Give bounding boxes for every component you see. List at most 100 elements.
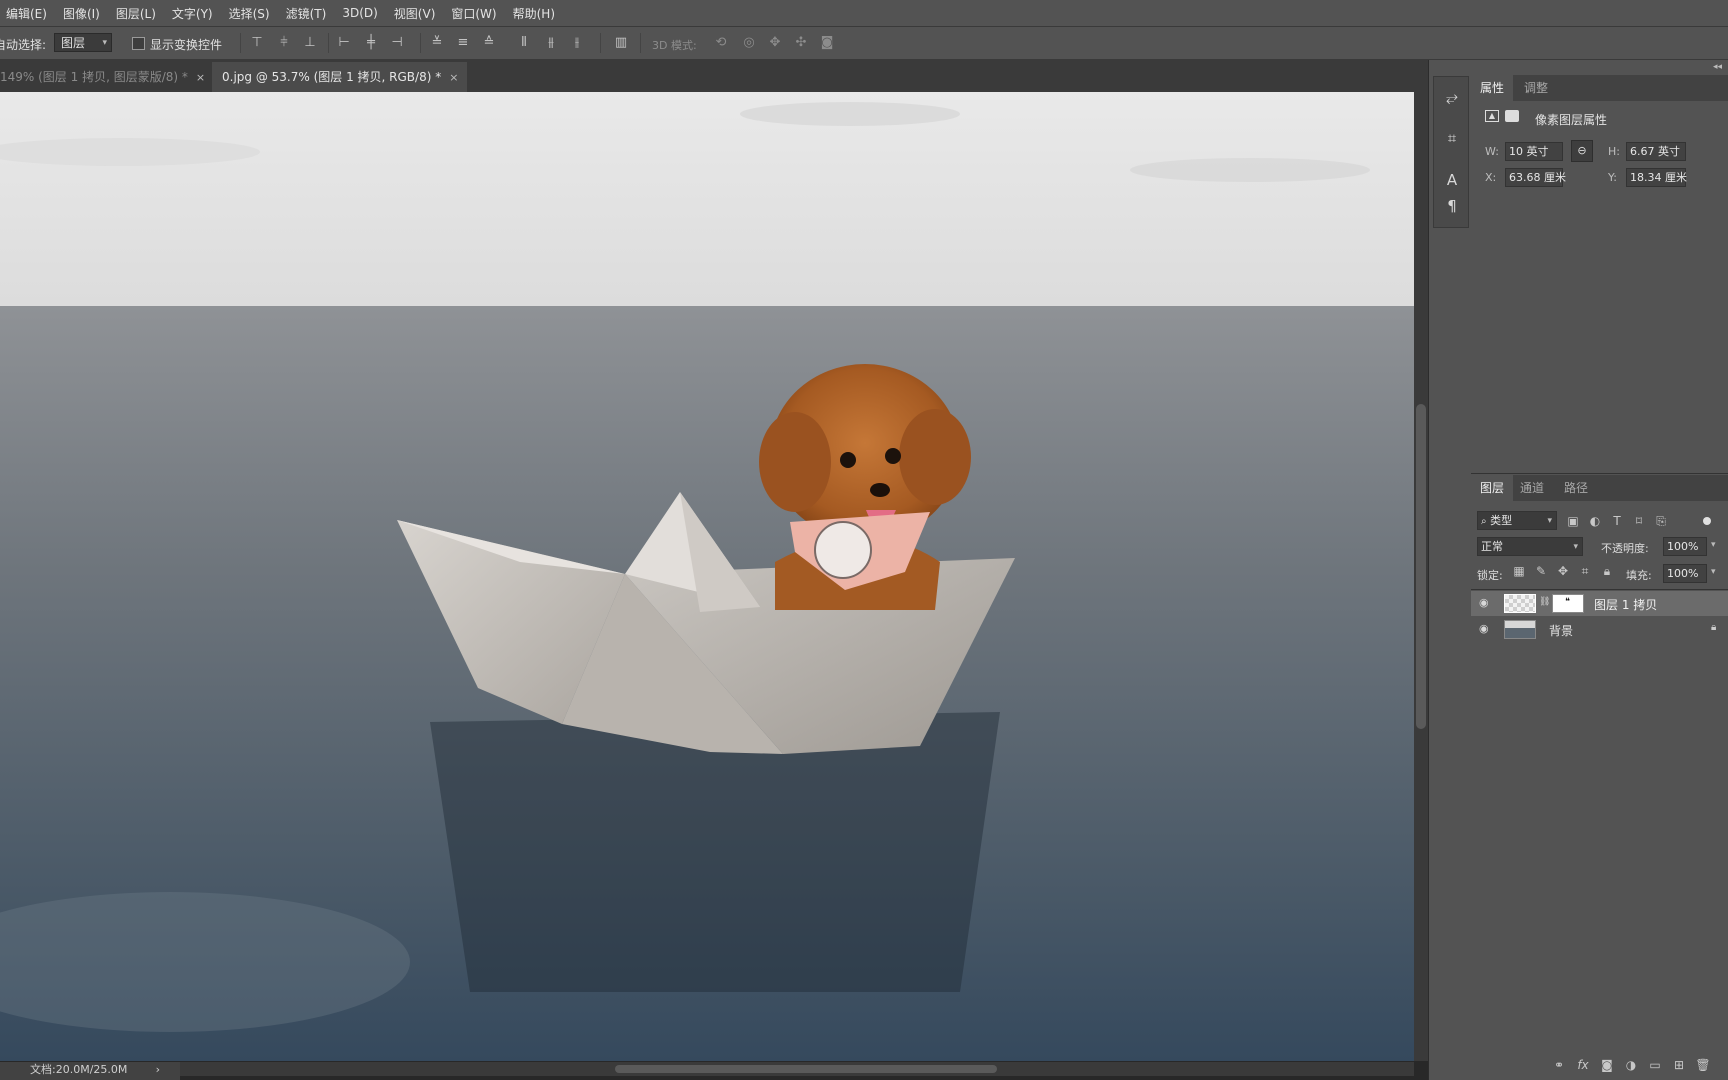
delete-layer-icon[interactable]: 🗑︎ xyxy=(1695,1057,1711,1073)
lock-artboard-icon[interactable]: ⌗ xyxy=(1577,563,1593,579)
distribute-vcenter-icon[interactable]: ≡ xyxy=(456,36,470,50)
menu-select[interactable]: 选择(S) xyxy=(221,5,278,22)
status-arrow-icon[interactable]: › xyxy=(156,1062,160,1078)
close-icon[interactable]: × xyxy=(196,71,205,84)
document-image xyxy=(0,92,1414,1061)
menu-3d[interactable]: 3D(D) xyxy=(334,6,385,20)
filter-pixel-icon[interactable]: ▣ xyxy=(1565,513,1581,529)
tab-properties[interactable]: 属性 xyxy=(1471,75,1514,101)
tab-document-2[interactable]: 0.jpg @ 53.7% (图层 1 拷贝, RGB/8) * × xyxy=(212,62,467,92)
layer-filter-dropdown[interactable]: ⌕ 类型 ▾ xyxy=(1477,511,1557,530)
add-mask-icon[interactable]: ◙ xyxy=(1599,1057,1615,1073)
separator xyxy=(600,33,601,53)
chevron-down-icon: ▾ xyxy=(1547,516,1552,526)
menu-help[interactable]: 帮助(H) xyxy=(505,5,563,22)
document-tabs: 149% (图层 1 拷贝, 图层蒙版/8) * × 0.jpg @ 53.7% … xyxy=(0,60,1428,92)
filter-smart-object-icon[interactable]: ⎘ xyxy=(1653,513,1669,529)
filter-shape-icon[interactable]: ⌑ xyxy=(1631,513,1647,529)
menu-window[interactable]: 窗口(W) xyxy=(443,5,504,22)
chain-icon[interactable]: ⛓︎ xyxy=(1539,597,1550,607)
lock-pixels-icon[interactable]: ✎ xyxy=(1533,563,1549,579)
layer-name: 背景 xyxy=(1549,624,1574,638)
tab-adjustments[interactable]: 调整 xyxy=(1515,75,1557,101)
lock-transparent-icon[interactable]: ▦ xyxy=(1511,563,1527,579)
scroll-thumb[interactable] xyxy=(1416,404,1426,729)
blend-mode-dropdown[interactable]: 正常 ▾ xyxy=(1477,537,1583,556)
distribute-right-icon[interactable]: ⫲ xyxy=(570,36,584,50)
auto-align-icon[interactable]: ▥ xyxy=(614,36,628,50)
menu-image[interactable]: 图像(I) xyxy=(55,5,108,22)
distribute-left-icon[interactable]: ⫴ xyxy=(517,36,531,50)
collapse-icon[interactable]: ◂◂ xyxy=(1713,62,1722,72)
align-top-icon[interactable]: ⊤ xyxy=(250,36,264,50)
chevron-down-icon: ▾ xyxy=(1573,542,1578,552)
align-right-icon[interactable]: ⊣ xyxy=(390,36,404,50)
height-label: H: xyxy=(1608,145,1620,158)
filter-adjustment-icon[interactable]: ◐ xyxy=(1587,513,1603,529)
filter-toggle-icon[interactable] xyxy=(1703,517,1711,525)
mask-icon[interactable] xyxy=(1505,110,1519,122)
horizontal-scrollbar[interactable] xyxy=(180,1062,1414,1076)
character-icon[interactable]: A xyxy=(1443,171,1461,189)
height-field[interactable]: 6.67 英寸 xyxy=(1626,142,1686,161)
search-icon: ⌕ xyxy=(1481,516,1487,527)
menu-layer[interactable]: 图层(L) xyxy=(108,5,164,22)
separator xyxy=(420,33,421,53)
canvas[interactable] xyxy=(0,92,1414,1061)
new-group-icon[interactable]: ▭ xyxy=(1647,1057,1663,1073)
align-bottom-icon[interactable]: ⊥ xyxy=(303,36,317,50)
link-layers-icon[interactable]: ⚭ xyxy=(1551,1057,1567,1073)
distribute-bottom-icon[interactable]: ≙ xyxy=(482,36,496,50)
tab-document-1[interactable]: 149% (图层 1 拷贝, 图层蒙版/8) * × xyxy=(0,62,210,92)
width-field[interactable]: 10 英寸 xyxy=(1505,142,1563,161)
close-icon[interactable]: × xyxy=(449,71,458,84)
roll-3d-icon[interactable]: ◎ xyxy=(742,36,756,50)
tab-channels[interactable]: 通道 xyxy=(1511,475,1553,501)
fill-field[interactable]: 100% xyxy=(1663,564,1707,583)
align-hcenter-icon[interactable]: ╪ xyxy=(364,36,378,50)
brush-settings-icon[interactable]: ⌗ xyxy=(1443,129,1461,147)
y-label: Y: xyxy=(1608,171,1617,184)
scroll-thumb[interactable] xyxy=(615,1065,997,1073)
history-icon[interactable]: ⥂ xyxy=(1443,88,1461,106)
chevron-down-icon[interactable]: ▾ xyxy=(1711,567,1716,577)
vertical-scrollbar[interactable] xyxy=(1414,92,1428,1061)
distribute-hcenter-icon[interactable]: ⫵ xyxy=(544,36,558,50)
orbit-3d-icon[interactable]: ⟲ xyxy=(714,36,728,50)
menu-type[interactable]: 文字(Y) xyxy=(164,5,221,22)
menu-filter[interactable]: 滤镜(T) xyxy=(278,5,335,22)
distribute-top-icon[interactable]: ≚ xyxy=(430,36,444,50)
filter-type-icon[interactable]: T xyxy=(1609,513,1625,529)
fx-icon[interactable]: fx xyxy=(1575,1057,1591,1073)
lock-all-icon[interactable]: 🔒︎ xyxy=(1599,563,1615,579)
chevron-down-icon[interactable]: ▾ xyxy=(1711,540,1716,550)
menu-view[interactable]: 视图(V) xyxy=(386,5,444,22)
layer-row-selected[interactable]: ◉ ⛓︎ ❝ 图层 1 拷贝 xyxy=(1471,591,1728,616)
slide-3d-icon[interactable]: ✣ xyxy=(794,36,808,50)
tab-paths[interactable]: 路径 xyxy=(1555,475,1597,501)
mask-shape-icon: ❝ xyxy=(1565,597,1570,607)
eye-icon[interactable]: ◉ xyxy=(1479,597,1493,609)
drag-3d-icon[interactable]: ✥ xyxy=(768,36,782,50)
status-bar: 文档:20.0M/25.0M › xyxy=(0,1062,180,1080)
adjustment-layer-icon[interactable]: ◑ xyxy=(1623,1057,1639,1073)
lock-position-icon[interactable]: ✥ xyxy=(1555,563,1571,579)
link-icon[interactable]: ⊖ xyxy=(1571,140,1593,162)
x-field[interactable]: 63.68 厘米 xyxy=(1505,168,1566,187)
video-3d-icon[interactable]: ◙ xyxy=(820,36,834,50)
align-left-icon[interactable]: ⊢ xyxy=(337,36,351,50)
separator xyxy=(640,33,641,53)
auto-select-dropdown[interactable]: 图层 ▾ xyxy=(54,33,112,52)
show-transform-checkbox[interactable] xyxy=(132,37,145,50)
menu-edit[interactable]: 编辑(E) xyxy=(0,5,55,22)
new-layer-icon[interactable]: ⊞ xyxy=(1671,1057,1687,1073)
eye-icon[interactable]: ◉ xyxy=(1479,623,1493,635)
paragraph-icon[interactable]: ¶ xyxy=(1443,197,1461,215)
layer-row[interactable]: ◉ 背景 🔒︎ xyxy=(1471,617,1728,642)
opacity-field[interactable]: 100% xyxy=(1663,537,1707,556)
align-vcenter-icon[interactable]: ⫩ xyxy=(277,36,291,50)
y-field[interactable]: 18.34 厘米 xyxy=(1626,168,1687,187)
auto-select-value: 图层 xyxy=(61,36,86,50)
tab-layers[interactable]: 图层 xyxy=(1471,475,1514,501)
mask-thumbnail[interactable]: ❝ xyxy=(1552,594,1584,613)
